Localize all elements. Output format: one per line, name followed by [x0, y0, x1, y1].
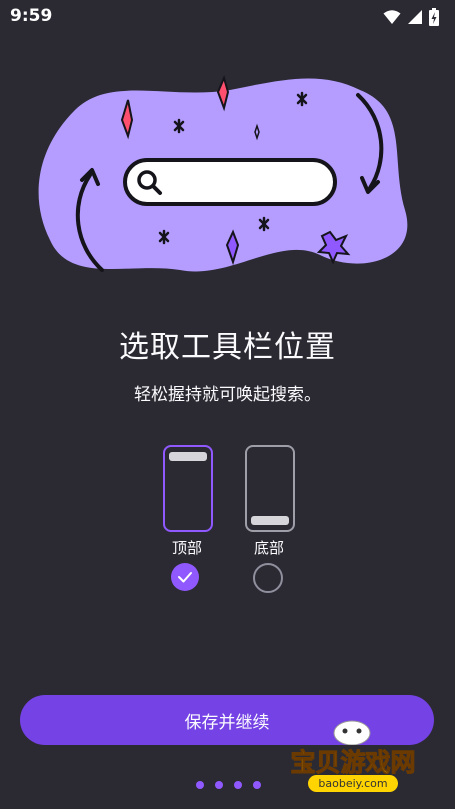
status-time: 9:59: [10, 6, 53, 26]
toolbar-option-label: 顶部: [171, 539, 202, 557]
page-subtitle: 轻松握持就可唤起搜索。: [134, 385, 321, 405]
watermark: 宝贝游戏网 baobeiy.com: [278, 715, 428, 805]
watermark-url: baobeiy.com: [308, 775, 398, 792]
page-dot[interactable]: [215, 781, 223, 789]
checkmark-icon: [178, 572, 192, 583]
toolbar-preview-bar: [251, 516, 289, 525]
toolbar-option-label: 底部: [253, 539, 284, 557]
battery-icon: [429, 8, 439, 26]
toolbar-preview-bar: [169, 452, 207, 461]
status-icons: [383, 8, 439, 26]
status-bar: 9:59: [0, 0, 455, 34]
page-dot[interactable]: [196, 781, 204, 789]
watermark-text: 宝贝游戏网: [290, 748, 416, 778]
page-dot[interactable]: [234, 781, 242, 789]
radio-selected[interactable]: [171, 563, 199, 591]
mascot-icon: [333, 720, 371, 745]
wifi-icon: [383, 10, 401, 24]
page-dot[interactable]: [253, 781, 261, 789]
cellular-signal-icon: [408, 10, 422, 24]
toolbar-option-top[interactable]: 顶部: [163, 445, 227, 605]
phone-preview-top: [163, 445, 213, 532]
page-title: 选取工具栏位置: [119, 330, 336, 365]
toolbar-option-bottom[interactable]: 底部: [245, 445, 309, 605]
hero-illustration: [30, 70, 425, 290]
phone-preview-bottom: [245, 445, 295, 532]
page-indicator: [196, 781, 261, 789]
radio-unselected[interactable]: [253, 563, 283, 593]
